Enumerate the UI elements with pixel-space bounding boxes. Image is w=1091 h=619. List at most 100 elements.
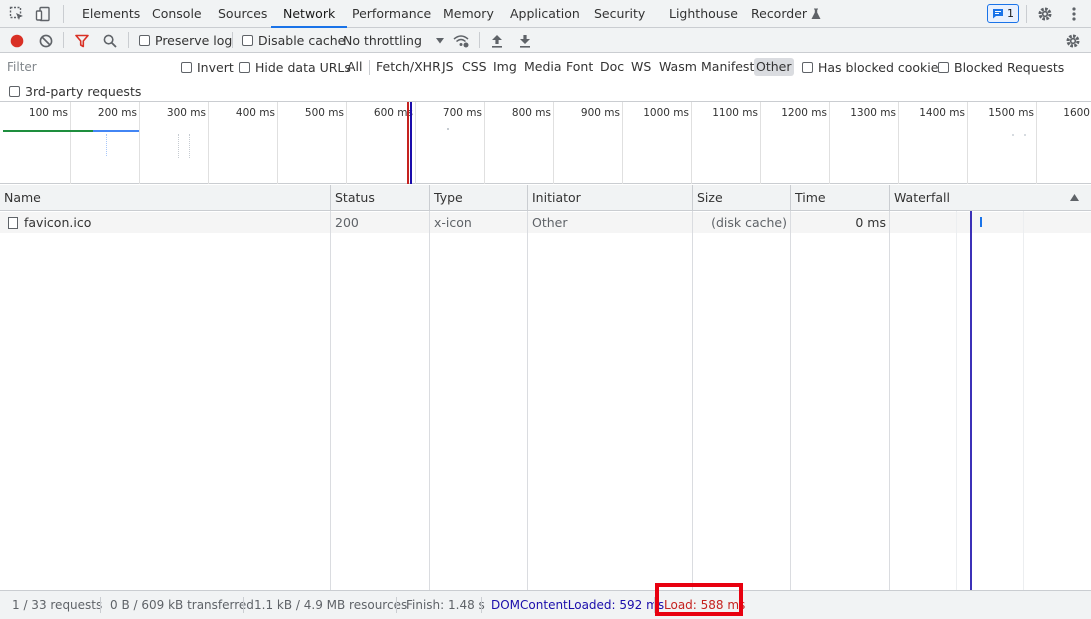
tick-label: 1200 ms <box>781 107 827 119</box>
tab-recorder[interactable]: Recorder <box>751 0 821 27</box>
column-header-status[interactable]: Status <box>331 185 430 211</box>
filter-input[interactable] <box>3 57 169 76</box>
search-icon[interactable] <box>101 32 119 50</box>
tab-sources[interactable]: Sources <box>218 0 267 27</box>
device-toolbar-icon[interactable] <box>34 5 52 23</box>
type-filter-wasm[interactable]: Wasm <box>657 58 699 76</box>
column-header-type[interactable]: Type <box>430 185 528 211</box>
column-divider <box>330 211 331 590</box>
tab-performance[interactable]: Performance <box>352 0 431 27</box>
tick-line <box>898 102 899 184</box>
preserve-log-box[interactable] <box>139 35 150 46</box>
column-header-initiator[interactable]: Initiator <box>528 185 693 211</box>
column-divider <box>527 211 528 590</box>
settings-gear-icon[interactable] <box>1036 5 1054 23</box>
has-blocked-cookies-checkbox[interactable]: Has blocked cookies <box>802 60 945 75</box>
divider <box>100 597 101 613</box>
request-status: 200 <box>335 215 359 230</box>
third-party-label: 3rd-party requests <box>25 84 142 99</box>
type-filter-css[interactable]: CSS <box>460 58 489 76</box>
divider <box>479 32 480 48</box>
issues-badge[interactable]: 1 <box>987 4 1019 23</box>
overview-dom-content-loaded-line <box>410 102 412 184</box>
type-filter-all[interactable]: All <box>345 58 365 76</box>
tick-line <box>484 102 485 184</box>
export-har-icon[interactable] <box>516 32 534 50</box>
blocked-requests-box[interactable] <box>938 62 949 73</box>
has-blocked-cookies-label: Has blocked cookies <box>818 60 945 75</box>
overview-timeline[interactable]: 100 ms 200 ms 300 ms 400 ms 500 ms 600 m… <box>0 102 1091 184</box>
type-filter-media[interactable]: Media <box>522 58 564 76</box>
blocked-requests-label: Blocked Requests <box>954 60 1065 75</box>
filter-icon[interactable] <box>73 32 91 50</box>
tick-label: 600 ms <box>373 107 413 119</box>
transferred-size: 0 B / 609 kB transferred <box>110 598 254 612</box>
third-party-checkbox[interactable]: 3rd-party requests <box>9 84 141 99</box>
status-bar: 1 / 33 requests 0 B / 609 kB transferred… <box>0 590 1091 619</box>
column-divider <box>790 211 791 590</box>
request-name: favicon.ico <box>24 215 92 230</box>
type-filter-other[interactable]: Other <box>754 58 794 76</box>
tab-network[interactable]: Network <box>271 0 348 28</box>
network-settings-gear-icon[interactable] <box>1064 32 1082 50</box>
more-options-icon[interactable] <box>1065 5 1083 23</box>
overview-faint-dots <box>1012 134 1026 136</box>
hide-data-urls-box[interactable] <box>239 62 250 73</box>
overview-faint-dots <box>178 134 190 158</box>
type-filter-fetch-xhr[interactable]: Fetch/XHR <box>374 58 443 76</box>
tab-recorder-label: Recorder <box>751 6 808 21</box>
tab-application[interactable]: Application <box>510 0 580 27</box>
waterfall-grid-line <box>956 211 957 590</box>
tick-line <box>277 102 278 184</box>
tab-memory[interactable]: Memory <box>443 0 494 27</box>
invert-label: Invert <box>197 60 234 75</box>
tab-security[interactable]: Security <box>594 0 645 27</box>
divider <box>369 60 370 75</box>
disable-cache-box[interactable] <box>242 35 253 46</box>
blocked-requests-checkbox[interactable]: Blocked Requests <box>938 60 1064 75</box>
network-conditions-icon[interactable] <box>452 32 470 50</box>
devtools-tab-bar: Elements Console Sources Network Perform… <box>0 0 1091 28</box>
hide-data-urls-checkbox[interactable]: Hide data URLs <box>239 60 351 75</box>
tab-console[interactable]: Console <box>152 0 202 27</box>
column-header-name[interactable]: Name <box>0 185 331 211</box>
clear-icon[interactable] <box>37 32 55 50</box>
type-filter-doc[interactable]: Doc <box>598 58 626 76</box>
hide-data-urls-label: Hide data URLs <box>255 60 351 75</box>
overview-faint-dots <box>106 134 108 156</box>
select-element-icon[interactable] <box>8 5 26 23</box>
type-filter-img[interactable]: Img <box>491 58 519 76</box>
tick-label: 900 ms <box>580 107 620 119</box>
preserve-log-label: Preserve log <box>155 33 233 48</box>
invert-box[interactable] <box>181 62 192 73</box>
tick-label: 1000 ms <box>643 107 689 119</box>
divider <box>243 597 244 613</box>
tick-label: 100 ms <box>28 107 68 119</box>
waterfall-grid-line <box>1023 211 1024 590</box>
column-header-time[interactable]: Time <box>791 185 890 211</box>
invert-checkbox[interactable]: Invert <box>181 60 234 75</box>
column-header-size[interactable]: Size <box>693 185 791 211</box>
tick-line <box>967 102 968 184</box>
disable-cache-checkbox[interactable]: Disable cache <box>242 33 345 48</box>
record-icon[interactable] <box>8 32 26 50</box>
file-icon <box>8 216 18 229</box>
type-filter-js[interactable]: JS <box>440 58 456 76</box>
type-filter-ws[interactable]: WS <box>629 58 653 76</box>
request-name-cell[interactable]: favicon.ico <box>4 212 330 233</box>
type-filter-font[interactable]: Font <box>564 58 595 76</box>
third-party-box[interactable] <box>9 86 20 97</box>
preserve-log-checkbox[interactable]: Preserve log <box>139 33 232 48</box>
import-har-icon[interactable] <box>488 32 506 50</box>
type-filter-manifest[interactable]: Manifest <box>699 58 756 76</box>
tab-elements[interactable]: Elements <box>82 0 140 27</box>
divider <box>396 597 397 613</box>
throttling-select[interactable]: No throttling <box>343 33 444 48</box>
has-blocked-cookies-box[interactable] <box>802 62 813 73</box>
overview-request-bar-blue <box>93 130 139 132</box>
column-header-waterfall[interactable]: Waterfall <box>890 185 1091 211</box>
tab-lighthouse[interactable]: Lighthouse <box>669 0 738 27</box>
message-icon <box>992 8 1004 19</box>
tick-line <box>691 102 692 184</box>
tick-label: 1600 <box>1063 107 1090 119</box>
